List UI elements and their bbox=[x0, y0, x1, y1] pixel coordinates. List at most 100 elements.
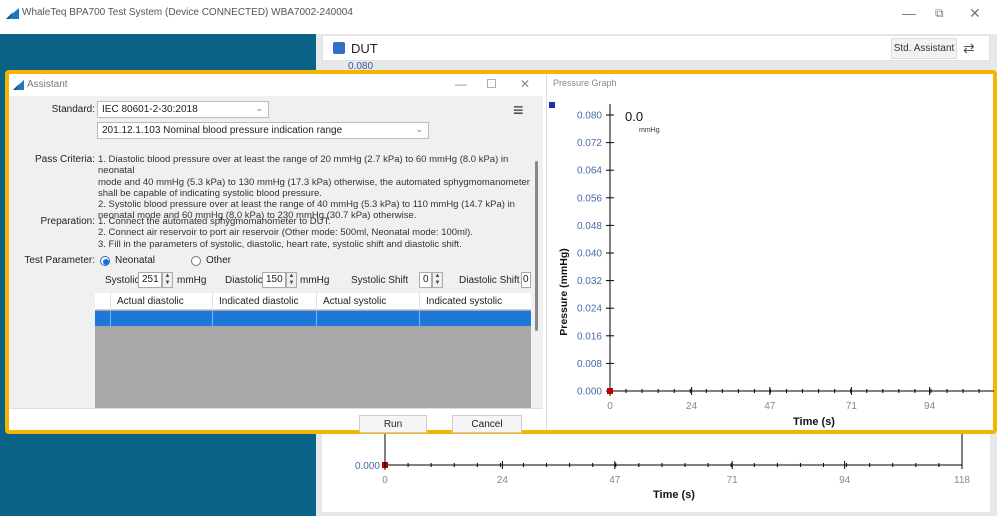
col-indicated-diastolic[interactable]: Indicated diastolic bbox=[212, 293, 316, 310]
bg-x-tick-label: 24 bbox=[497, 475, 509, 486]
cancel-button[interactable]: Cancel bbox=[452, 415, 522, 433]
menu-icon[interactable]: ≡ bbox=[513, 100, 524, 121]
swap-icon[interactable]: ⇄ bbox=[963, 40, 975, 57]
test-parameter-label: Test Parameter: bbox=[24, 255, 95, 266]
dut-checkbox[interactable] bbox=[333, 42, 345, 54]
systolic-stepper[interactable]: ▲ ▼ bbox=[162, 272, 173, 288]
pressure-graph-panel: Pressure Graph 0.0 mmHg Pressure (mmHg) … bbox=[546, 74, 994, 430]
radio-neonatal[interactable] bbox=[100, 256, 110, 266]
preparation-label: Preparation: bbox=[40, 216, 95, 227]
y-tick-label: 0.032 bbox=[577, 276, 602, 287]
standard-select-value: IEC 80601-2-30:2018 bbox=[102, 104, 198, 115]
x-tick-label: 47 bbox=[764, 401, 776, 412]
table-cell[interactable] bbox=[419, 311, 531, 326]
diastolic-input[interactable]: 150 bbox=[262, 272, 286, 288]
pass-line: 1. Diastolic blood pressure over at leas… bbox=[98, 154, 509, 177]
window-title: WhaleTeq BPA700 Test System (Device CONN… bbox=[22, 7, 353, 18]
y-tick-label: 0.008 bbox=[577, 359, 602, 370]
pass-criteria-text: 1. Diastolic blood pressure over at leas… bbox=[98, 154, 530, 222]
pressure-readout: 0.0 bbox=[625, 109, 643, 124]
bg-x-tick-label: 71 bbox=[727, 475, 739, 486]
diastolic-stepper[interactable]: ▲ ▼ bbox=[286, 272, 297, 288]
systolic-shift-stepper[interactable]: ▲ ▼ bbox=[432, 272, 443, 288]
bg-x-tick-label: 47 bbox=[609, 475, 621, 486]
pressure-readout-unit: mmHg bbox=[639, 127, 660, 134]
assistant-logo-icon bbox=[13, 80, 24, 90]
pressure-chart: 0.0 mmHg Pressure (mmHg) 0.080 0.072 0.064… bbox=[549, 102, 994, 428]
x-axis-label: Time (s) bbox=[793, 416, 835, 428]
clause-select[interactable]: 201.12.1.103 Nominal blood pressure indi… bbox=[97, 122, 429, 139]
assistant-minimize-button[interactable]: — bbox=[455, 77, 467, 91]
standard-label: Standard: bbox=[51, 104, 95, 115]
bg-x-tick-label: 118 bbox=[954, 475, 970, 486]
minimize-button[interactable]: — bbox=[902, 5, 916, 21]
y-tick-label: 0.040 bbox=[577, 249, 602, 260]
assistant-close-button[interactable]: ✕ bbox=[520, 77, 530, 91]
col-actual-diastolic[interactable]: Actual diastolic bbox=[110, 293, 212, 310]
col-actual-systolic[interactable]: Actual systolic bbox=[316, 293, 419, 310]
assistant-title: Assistant bbox=[27, 79, 68, 90]
assistant-titlebar: Assistant — ☐ ✕ bbox=[9, 74, 543, 96]
results-table: Actual diastolic Indicated diastolic Act… bbox=[95, 293, 531, 408]
y-tick-label: 0.000 bbox=[577, 387, 602, 398]
y-tick-label: 0.024 bbox=[577, 304, 602, 315]
std-assistant-button[interactable]: Std. Assistant bbox=[891, 38, 957, 59]
diastolic-shift-label: Diastolic Shift bbox=[459, 275, 520, 286]
bg-y-tick: 0.000 bbox=[355, 461, 380, 472]
y-tick-label: 0.056 bbox=[577, 193, 602, 204]
pressure-graph-title: Pressure Graph bbox=[553, 78, 617, 88]
data-points bbox=[607, 388, 613, 394]
systolic-shift-input[interactable]: 0 bbox=[419, 272, 432, 288]
prep-line: 2. Connect air reservoir to port air res… bbox=[98, 227, 473, 239]
standard-select[interactable]: IEC 80601-2-30:2018 ⌄ bbox=[97, 101, 269, 118]
prep-line: 3. Fill in the parameters of systolic, d… bbox=[98, 238, 462, 250]
dialog-scrollbar[interactable] bbox=[533, 141, 541, 346]
restore-button[interactable]: ⧉ bbox=[935, 6, 944, 21]
dut-header: DUT Std. Assistant ⇄ bbox=[322, 35, 990, 61]
table-row[interactable] bbox=[95, 311, 531, 326]
prep-line: 1. Connect the automated sphygmomanomete… bbox=[98, 216, 331, 227]
assistant-dialog: Assistant — ☐ ✕ Standard: IEC 80601-2-30… bbox=[9, 74, 543, 433]
pass-line: mode and 40 mmHg (5.3 kPa) to 130 mmHg (… bbox=[98, 176, 530, 188]
diastolic-unit: mmHg bbox=[300, 275, 330, 286]
dialog-button-bar: Run Cancel bbox=[9, 408, 543, 433]
table-cell[interactable] bbox=[110, 311, 212, 326]
y-ticks: 0.080 0.072 0.064 0.056 0.048 0.040 0.032 0.024… bbox=[577, 111, 614, 398]
bg-x-tick-label: 0 bbox=[382, 475, 388, 486]
table-header: Actual diastolic Indicated diastolic Act… bbox=[95, 293, 531, 310]
run-button[interactable]: Run bbox=[359, 415, 427, 433]
radio-other[interactable] bbox=[191, 256, 201, 266]
preparation-text: 1. Connect the automated sphygmomanomete… bbox=[98, 216, 530, 250]
y-tick-label: 0.048 bbox=[577, 221, 602, 232]
assistant-maximize-button[interactable]: ☐ bbox=[486, 77, 497, 91]
scrollbar-thumb[interactable] bbox=[535, 161, 538, 331]
data-point bbox=[607, 388, 613, 394]
systolic-unit: mmHg bbox=[177, 275, 207, 286]
background-chart: 0.000 0 24 47 71 94 118 Time (s) bbox=[322, 432, 990, 512]
y-tick-label: 0.072 bbox=[577, 138, 602, 149]
systolic-input[interactable]: 251 bbox=[138, 272, 162, 288]
y-tick-label: 0.016 bbox=[577, 331, 602, 342]
background-chart-svg: 0.000 0 24 47 71 94 118 Time (s) bbox=[355, 432, 970, 501]
bg-x-label: Time (s) bbox=[653, 489, 695, 501]
radio-neonatal-label: Neonatal bbox=[115, 255, 156, 266]
window-titlebar: WhaleTeq BPA700 Test System (Device CONN… bbox=[0, 0, 997, 34]
systolic-shift-label: Systolic Shift bbox=[351, 275, 409, 286]
table-cell[interactable] bbox=[212, 311, 316, 326]
x-tick-label: 71 bbox=[846, 401, 858, 412]
table-cell[interactable] bbox=[316, 311, 419, 326]
legend-marker bbox=[549, 102, 555, 108]
x-tick-label: 94 bbox=[924, 401, 936, 412]
x-tick-label: 0 bbox=[607, 401, 613, 412]
chevron-down-icon: ⌄ bbox=[255, 103, 263, 113]
pass-criteria-label: Pass Criteria: bbox=[34, 154, 95, 165]
col-indicated-systolic[interactable]: Indicated systolic bbox=[419, 293, 531, 310]
diastolic-label: Diastolic bbox=[225, 275, 263, 286]
close-button[interactable]: ✕ bbox=[969, 5, 981, 22]
pass-line: 2. Systolic blood pressure over at least… bbox=[98, 199, 515, 211]
y-tick-label: 0.080 bbox=[577, 111, 602, 122]
y-axis-label: Pressure (mmHg) bbox=[558, 248, 570, 336]
chevron-down-icon: ⌄ bbox=[415, 124, 423, 134]
diastolic-shift-input[interactable]: 0 bbox=[521, 272, 531, 288]
dut-label: DUT bbox=[351, 41, 378, 56]
